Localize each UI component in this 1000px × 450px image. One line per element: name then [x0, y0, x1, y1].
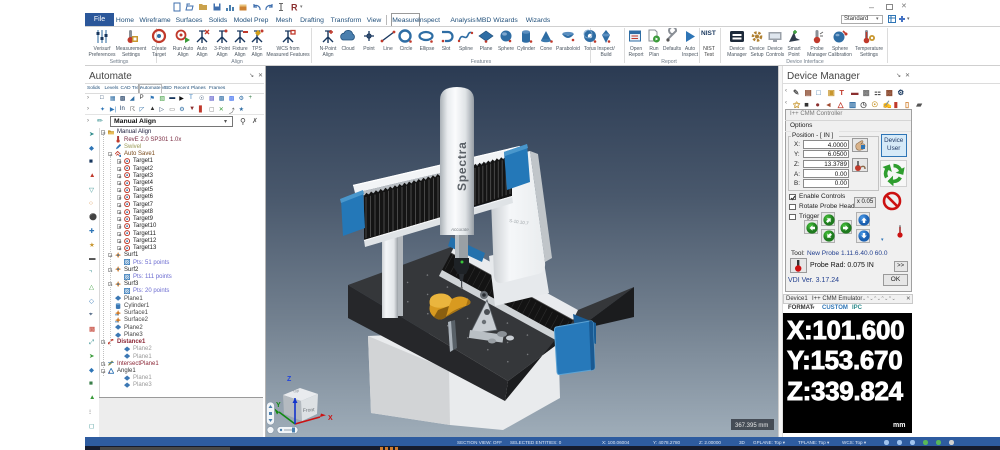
svg-text:Front: Front: [303, 407, 316, 414]
svg-text:Accurate: Accurate: [450, 227, 469, 232]
svg-text:367.395 mm: 367.395 mm: [735, 423, 768, 429]
svg-text:X: X: [328, 415, 333, 422]
svg-text:Y: Y: [276, 402, 281, 409]
svg-text:Spectra: Spectra: [455, 141, 469, 191]
svg-text:R: R: [291, 3, 298, 13]
svg-text:Z: Z: [287, 376, 292, 383]
